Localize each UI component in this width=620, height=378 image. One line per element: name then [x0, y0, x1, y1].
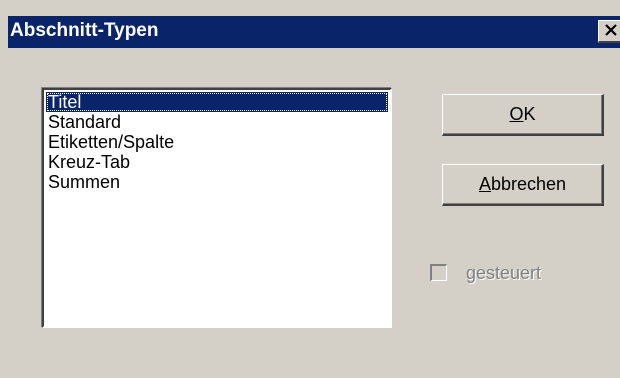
- window-title: Abschnitt-Typen: [10, 20, 159, 41]
- list-item-etiketten-spalte[interactable]: Etiketten/Spalte: [46, 132, 388, 152]
- section-type-list[interactable]: Titel Standard Etiketten/Spalte Kreuz-Ta…: [42, 88, 392, 328]
- controlled-checkbox[interactable]: [430, 264, 447, 281]
- list-item-kreuz-tab[interactable]: Kreuz-Tab: [46, 152, 388, 172]
- cancel-button[interactable]: Abbrechen: [442, 164, 604, 206]
- list-item-standard[interactable]: Standard: [46, 112, 388, 132]
- list-item-summen[interactable]: Summen: [46, 172, 388, 192]
- ok-button[interactable]: OK: [442, 94, 604, 136]
- close-icon: [605, 24, 617, 36]
- cancel-label-rest: bbrechen: [490, 174, 567, 194]
- controlled-checkbox-label: gesteuert: [466, 263, 542, 283]
- cancel-mnemonic: A: [478, 174, 491, 194]
- ok-mnemonic: O: [509, 104, 524, 124]
- ok-label-rest: K: [523, 104, 536, 124]
- title-bar[interactable]: Abschnitt-Typen: [8, 16, 620, 48]
- list-item-titel[interactable]: Titel: [46, 92, 388, 112]
- dialog-window: Abschnitt-Typen Titel Standard Etiketten…: [0, 0, 620, 378]
- close-button[interactable]: [598, 20, 620, 43]
